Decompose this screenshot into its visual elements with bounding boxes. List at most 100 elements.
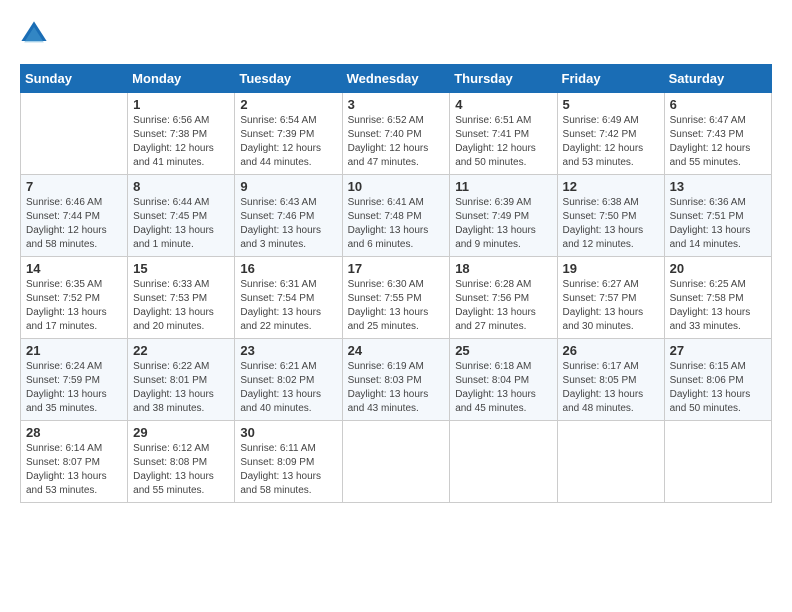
day-cell: 7 Sunrise: 6:46 AM Sunset: 7:44 PM Daylig… — [21, 175, 128, 257]
day-info: Sunrise: 6:47 AM Sunset: 7:43 PM Dayligh… — [670, 114, 766, 170]
day-cell — [450, 421, 557, 503]
day-cell: 18 Sunrise: 6:28 AM Sunset: 7:56 PM Dayli… — [450, 257, 557, 339]
logo — [20, 20, 52, 48]
day-number: 7 — [26, 179, 122, 194]
day-number: 9 — [240, 179, 336, 194]
day-info: Sunrise: 6:38 AM Sunset: 7:50 PM Dayligh… — [563, 196, 659, 252]
day-number: 21 — [26, 343, 122, 358]
day-number: 14 — [26, 261, 122, 276]
day-cell — [21, 93, 128, 175]
day-cell — [664, 421, 771, 503]
header-row: SundayMondayTuesdayWednesdayThursdayFrid… — [21, 65, 772, 93]
day-info: Sunrise: 6:49 AM Sunset: 7:42 PM Dayligh… — [563, 114, 659, 170]
day-cell: 26 Sunrise: 6:17 AM Sunset: 8:05 PM Dayli… — [557, 339, 664, 421]
day-cell: 3Sunrise: 6:52 AM Sunset: 7:40 PM Daylig… — [342, 93, 450, 175]
day-cell: 4Sunrise: 6:51 AM Sunset: 7:41 PM Daylig… — [450, 93, 557, 175]
day-number: 29 — [133, 425, 229, 440]
day-number: 13 — [670, 179, 766, 194]
day-info: Sunrise: 6:41 AM Sunset: 7:48 PM Dayligh… — [348, 196, 445, 252]
day-cell: 20 Sunrise: 6:25 AM Sunset: 7:58 PM Dayli… — [664, 257, 771, 339]
day-info: Sunrise: 6:19 AM Sunset: 8:03 PM Dayligh… — [348, 360, 445, 416]
day-cell: 14 Sunrise: 6:35 AM Sunset: 7:52 PM Dayli… — [21, 257, 128, 339]
day-info: Sunrise: 6:39 AM Sunset: 7:49 PM Dayligh… — [455, 196, 551, 252]
day-cell — [557, 421, 664, 503]
day-info: Sunrise: 6:30 AM Sunset: 7:55 PM Dayligh… — [348, 278, 445, 334]
day-info: Sunrise: 6:43 AM Sunset: 7:46 PM Dayligh… — [240, 196, 336, 252]
day-number: 25 — [455, 343, 551, 358]
week-row-1: 1Sunrise: 6:56 AM Sunset: 7:38 PM Daylig… — [21, 93, 772, 175]
day-cell: 17 Sunrise: 6:30 AM Sunset: 7:55 PM Dayli… — [342, 257, 450, 339]
day-cell: 16 Sunrise: 6:31 AM Sunset: 7:54 PM Dayli… — [235, 257, 342, 339]
day-info: Sunrise: 6:25 AM Sunset: 7:58 PM Dayligh… — [670, 278, 766, 334]
day-number: 18 — [455, 261, 551, 276]
week-row-2: 7 Sunrise: 6:46 AM Sunset: 7:44 PM Daylig… — [21, 175, 772, 257]
day-number: 26 — [563, 343, 659, 358]
day-number: 17 — [348, 261, 445, 276]
column-header-monday: Monday — [128, 65, 235, 93]
day-info: Sunrise: 6:35 AM Sunset: 7:52 PM Dayligh… — [26, 278, 122, 334]
day-cell: 19 Sunrise: 6:27 AM Sunset: 7:57 PM Dayli… — [557, 257, 664, 339]
week-row-5: 28 Sunrise: 6:14 AM Sunset: 8:07 PM Dayli… — [21, 421, 772, 503]
day-number: 19 — [563, 261, 659, 276]
column-header-friday: Friday — [557, 65, 664, 93]
day-cell: 12 Sunrise: 6:38 AM Sunset: 7:50 PM Dayli… — [557, 175, 664, 257]
logo-icon — [20, 20, 48, 48]
day-info: Sunrise: 6:33 AM Sunset: 7:53 PM Dayligh… — [133, 278, 229, 334]
day-number: 11 — [455, 179, 551, 194]
week-row-3: 14 Sunrise: 6:35 AM Sunset: 7:52 PM Dayli… — [21, 257, 772, 339]
day-cell: 5 Sunrise: 6:49 AM Sunset: 7:42 PM Daylig… — [557, 93, 664, 175]
day-cell: 13Sunrise: 6:36 AM Sunset: 7:51 PM Dayli… — [664, 175, 771, 257]
day-number: 22 — [133, 343, 229, 358]
day-info: Sunrise: 6:11 AM Sunset: 8:09 PM Dayligh… — [240, 442, 336, 498]
day-info: Sunrise: 6:31 AM Sunset: 7:54 PM Dayligh… — [240, 278, 336, 334]
day-info: Sunrise: 6:46 AM Sunset: 7:44 PM Dayligh… — [26, 196, 122, 252]
day-cell: 28 Sunrise: 6:14 AM Sunset: 8:07 PM Dayli… — [21, 421, 128, 503]
day-number: 15 — [133, 261, 229, 276]
column-header-saturday: Saturday — [664, 65, 771, 93]
day-cell: 22 Sunrise: 6:22 AM Sunset: 8:01 PM Dayli… — [128, 339, 235, 421]
day-info: Sunrise: 6:21 AM Sunset: 8:02 PM Dayligh… — [240, 360, 336, 416]
day-cell: 24 Sunrise: 6:19 AM Sunset: 8:03 PM Dayli… — [342, 339, 450, 421]
day-number: 27 — [670, 343, 766, 358]
day-cell: 29 Sunrise: 6:12 AM Sunset: 8:08 PM Dayli… — [128, 421, 235, 503]
day-number: 16 — [240, 261, 336, 276]
day-info: Sunrise: 6:44 AM Sunset: 7:45 PM Dayligh… — [133, 196, 229, 252]
day-number: 20 — [670, 261, 766, 276]
day-cell: 23 Sunrise: 6:21 AM Sunset: 8:02 PM Dayli… — [235, 339, 342, 421]
day-cell: 9 Sunrise: 6:43 AM Sunset: 7:46 PM Daylig… — [235, 175, 342, 257]
day-number: 6 — [670, 97, 766, 112]
day-number: 30 — [240, 425, 336, 440]
day-cell: 1Sunrise: 6:56 AM Sunset: 7:38 PM Daylig… — [128, 93, 235, 175]
day-cell — [342, 421, 450, 503]
day-number: 10 — [348, 179, 445, 194]
column-header-wednesday: Wednesday — [342, 65, 450, 93]
column-header-sunday: Sunday — [21, 65, 128, 93]
day-info: Sunrise: 6:14 AM Sunset: 8:07 PM Dayligh… — [26, 442, 122, 498]
day-number: 28 — [26, 425, 122, 440]
page-header — [20, 20, 772, 48]
day-cell: 6 Sunrise: 6:47 AM Sunset: 7:43 PM Daylig… — [664, 93, 771, 175]
day-info: Sunrise: 6:22 AM Sunset: 8:01 PM Dayligh… — [133, 360, 229, 416]
day-number: 23 — [240, 343, 336, 358]
day-number: 12 — [563, 179, 659, 194]
day-info: Sunrise: 6:27 AM Sunset: 7:57 PM Dayligh… — [563, 278, 659, 334]
calendar-table: SundayMondayTuesdayWednesdayThursdayFrid… — [20, 64, 772, 503]
day-info: Sunrise: 6:56 AM Sunset: 7:38 PM Dayligh… — [133, 114, 229, 170]
day-number: 24 — [348, 343, 445, 358]
day-cell: 2Sunrise: 6:54 AM Sunset: 7:39 PM Daylig… — [235, 93, 342, 175]
day-cell: 15 Sunrise: 6:33 AM Sunset: 7:53 PM Dayli… — [128, 257, 235, 339]
week-row-4: 21Sunrise: 6:24 AM Sunset: 7:59 PM Dayli… — [21, 339, 772, 421]
day-number: 2 — [240, 97, 336, 112]
day-info: Sunrise: 6:12 AM Sunset: 8:08 PM Dayligh… — [133, 442, 229, 498]
day-cell: 25 Sunrise: 6:18 AM Sunset: 8:04 PM Dayli… — [450, 339, 557, 421]
day-number: 3 — [348, 97, 445, 112]
day-info: Sunrise: 6:17 AM Sunset: 8:05 PM Dayligh… — [563, 360, 659, 416]
day-info: Sunrise: 6:51 AM Sunset: 7:41 PM Dayligh… — [455, 114, 551, 170]
calendar-header: SundayMondayTuesdayWednesdayThursdayFrid… — [21, 65, 772, 93]
day-info: Sunrise: 6:28 AM Sunset: 7:56 PM Dayligh… — [455, 278, 551, 334]
day-info: Sunrise: 6:15 AM Sunset: 8:06 PM Dayligh… — [670, 360, 766, 416]
day-info: Sunrise: 6:18 AM Sunset: 8:04 PM Dayligh… — [455, 360, 551, 416]
day-cell: 10 Sunrise: 6:41 AM Sunset: 7:48 PM Dayli… — [342, 175, 450, 257]
day-number: 5 — [563, 97, 659, 112]
day-cell: 11 Sunrise: 6:39 AM Sunset: 7:49 PM Dayli… — [450, 175, 557, 257]
